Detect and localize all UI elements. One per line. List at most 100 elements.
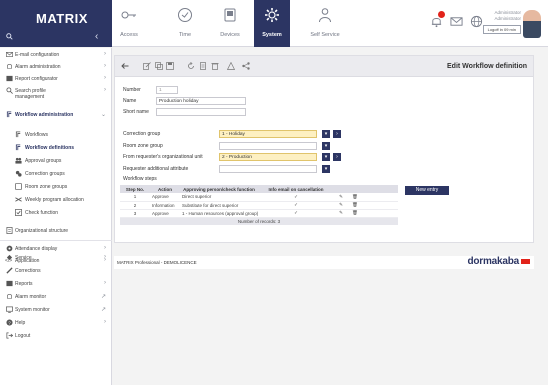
warning-icon[interactable] — [227, 62, 235, 70]
sidebar-item-room-zone-groups[interactable]: Room zone groups — [0, 182, 112, 192]
avatar[interactable] — [523, 10, 541, 38]
copy-icon[interactable] — [155, 62, 163, 70]
sidebar-item-help[interactable]: ? Help › — [0, 318, 112, 328]
chevron-right-icon: › — [104, 75, 106, 81]
sidebar-item-label: System monitor — [15, 307, 50, 313]
list-icon[interactable] — [199, 62, 207, 70]
mail-icon[interactable] — [450, 15, 463, 28]
sidebar-item-alarm-administration[interactable]: Alarm administration › — [0, 62, 112, 72]
row-spacer — [362, 193, 398, 202]
logoff-button[interactable]: Logoff in 09 min — [482, 25, 521, 34]
edit-icon[interactable] — [143, 62, 151, 70]
check-icon — [15, 209, 22, 216]
sidebar-item-label: Alarm monitor — [15, 294, 47, 300]
new-entry-button[interactable]: New entry — [405, 186, 449, 195]
trash-icon[interactable]: 🗑 — [348, 193, 362, 202]
group-icon — [15, 157, 22, 164]
column-header[interactable]: Step No. — [120, 185, 150, 193]
user-info: Administrator Administrator Logoff in 09… — [469, 10, 521, 34]
step-action: Information — [150, 201, 180, 210]
search-icon[interactable] — [6, 33, 13, 42]
edit-icon[interactable]: ✎ — [334, 201, 348, 210]
brand-area: MATRIX ‹ — [0, 0, 112, 47]
shuffle-icon — [15, 197, 22, 202]
sidebar-item-check-function[interactable]: Check function — [0, 208, 112, 218]
table-row[interactable]: 1 Approve Direct superior ✓ ✎ 🗑 — [120, 193, 398, 202]
column-header-delete — [348, 185, 362, 193]
correction-group-select[interactable]: 1 - Holiday — [219, 130, 317, 138]
org-icon — [6, 227, 13, 234]
trash-icon[interactable]: 🗑 — [348, 209, 362, 218]
sidebar-item-organizational-structure[interactable]: Organizational structure — [0, 226, 112, 236]
table-row[interactable]: 2 Information Substitute for direct supe… — [120, 201, 398, 210]
edit-icon[interactable]: ✎ — [334, 193, 348, 202]
collapse-sidebar-icon[interactable]: ‹ — [95, 31, 98, 42]
correction-group-more-button[interactable]: › — [333, 130, 341, 138]
tab-system[interactable]: System — [254, 0, 290, 47]
requester-attribute-select[interactable] — [219, 165, 317, 173]
report-icon — [6, 75, 13, 82]
table-row[interactable]: 3 Approve 1 - Human resources (approval … — [120, 209, 398, 218]
refresh-icon[interactable] — [187, 62, 195, 70]
sidebar-item-alarm-monitor[interactable]: Alarm monitor ↗ — [0, 292, 112, 302]
external-link-icon: ↗ — [100, 307, 106, 313]
org-unit-more-button[interactable]: › — [333, 153, 341, 161]
column-header[interactable]: Action — [150, 185, 180, 193]
sidebar-item-service[interactable]: Service › — [0, 253, 112, 263]
gear-icon — [265, 8, 279, 22]
sidebar-item-system-monitor[interactable]: System monitor ↗ — [0, 305, 112, 315]
edit-icon[interactable]: ✎ — [334, 209, 348, 218]
sidebar-item-report-configurator[interactable]: Report configurator › — [0, 74, 112, 84]
room-zone-label: Room zone group — [123, 143, 163, 149]
workflow-steps-table: Step No. Action Approving person/check f… — [120, 185, 398, 225]
sidebar-item-label: Approval groups — [25, 158, 62, 164]
org-unit-select[interactable]: 2 - Production — [219, 153, 317, 161]
room-zone-dropdown-button[interactable]: ▾ — [322, 142, 330, 150]
service-icon — [6, 254, 13, 261]
sidebar-item-label: Reports — [15, 281, 33, 287]
sidebar-item-label: Workflows — [25, 132, 48, 138]
chevron-right-icon: › — [104, 87, 106, 93]
table-footer-row: Number of records: 3 — [120, 217, 398, 225]
save-icon[interactable] — [166, 62, 174, 70]
tab-access[interactable]: Access — [112, 0, 146, 47]
sidebar-item-reports[interactable]: Reports › — [0, 279, 112, 289]
bell-icon — [7, 294, 12, 299]
sidebar-item-workflow-definitions[interactable]: Workflow definitions — [0, 143, 112, 153]
requester-attribute-dropdown-button[interactable]: ▾ — [322, 165, 330, 173]
clock-icon — [178, 8, 192, 22]
share-icon[interactable] — [242, 62, 250, 70]
sidebar-item-logout[interactable]: Logout — [0, 331, 112, 341]
sidebar-item-workflows[interactable]: Workflows — [0, 130, 112, 140]
sidebar-item-correction-groups[interactable]: Correction groups — [0, 169, 112, 179]
step-person: Direct superior — [180, 193, 258, 202]
column-header[interactable]: Info email on cancellation — [258, 185, 334, 193]
table-header-row: Step No. Action Approving person/check f… — [120, 185, 398, 193]
sidebar-item-search-profile-management[interactable]: Search profile management › — [0, 86, 112, 100]
name-field[interactable]: Production holiday — [156, 97, 246, 105]
tab-self-service[interactable]: Self Service — [303, 0, 347, 47]
column-header[interactable]: Approving person/check function — [180, 185, 258, 193]
short-name-field[interactable] — [156, 108, 246, 116]
trash-icon[interactable]: 🗑 — [348, 201, 362, 210]
sidebar-item-label: Search profile management — [15, 88, 46, 100]
tab-devices-label: Devices — [220, 32, 240, 38]
back-arrow-icon[interactable] — [121, 62, 129, 70]
sidebar-item-weekly-program-allocation[interactable]: Weekly program allocation — [0, 195, 112, 205]
sidebar-item-corrections[interactable]: Corrections — [0, 266, 112, 276]
room-icon — [15, 183, 22, 190]
delete-icon[interactable] — [211, 62, 219, 70]
tab-devices[interactable]: Devices — [213, 0, 247, 47]
room-zone-select[interactable] — [219, 142, 317, 150]
org-unit-dropdown-button[interactable]: ▾ — [322, 153, 330, 161]
sidebar-item-email-configuration[interactable]: E-mail configuration › — [0, 50, 112, 60]
number-label: Number — [123, 87, 141, 93]
step-person: 1 - Human resources (approval group) — [180, 209, 258, 218]
requester-attribute-label: Requester additional attribute — [123, 166, 189, 172]
tab-time[interactable]: Time — [168, 0, 202, 47]
sidebar-item-approval-groups[interactable]: Approval groups — [0, 156, 112, 166]
correction-group-dropdown-button[interactable]: ▾ — [322, 130, 330, 138]
sidebar-item-label: Weekly program allocation — [25, 197, 84, 203]
sidebar-item-workflow-administration[interactable]: Workflow administration ⌄ — [0, 110, 112, 120]
number-field[interactable]: 1 — [156, 86, 178, 94]
